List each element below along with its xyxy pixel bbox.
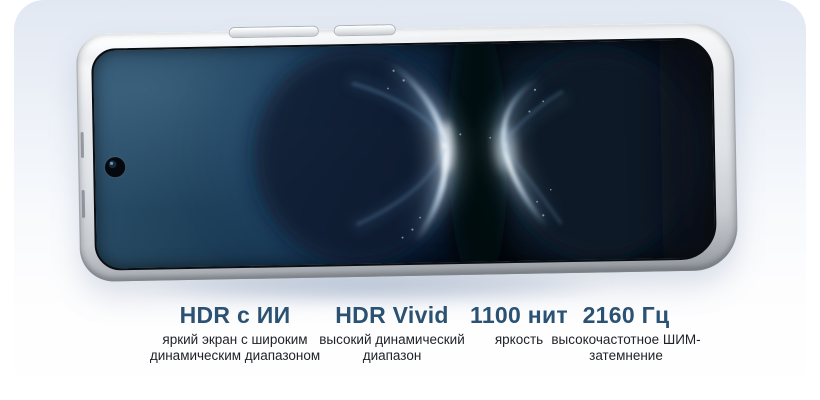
feature-hdr-ai: HDR с ИИ яркий экран с широким динамичес… — [135, 303, 335, 363]
volume-button — [230, 27, 318, 38]
antenna-slit — [82, 190, 86, 218]
feature-title: HDR Vivid — [307, 303, 477, 328]
screen-wallpaper — [93, 39, 715, 268]
feature-description: высокочастотное ШИМ-затемнение — [550, 332, 702, 363]
product-banner: HDR с ИИ яркий экран с широким динамичес… — [0, 0, 820, 400]
feature-description: высокий динамический диапазон — [307, 332, 477, 363]
feature-title: HDR с ИИ — [135, 303, 335, 328]
phone-screen — [91, 37, 717, 270]
feature-pwm-dimming: 2160 Гц высокочастотное ШИМ-затемнение — [550, 303, 702, 363]
antenna-slit — [81, 132, 84, 158]
feature-title: 2160 Гц — [550, 303, 702, 328]
front-camera — [104, 157, 125, 178]
power-button — [335, 25, 395, 35]
feature-hdr-vivid: HDR Vivid высокий динамический диапазон — [307, 303, 477, 363]
feature-description: яркий экран с широким динамическим диапа… — [135, 332, 335, 363]
phone — [76, 22, 738, 282]
